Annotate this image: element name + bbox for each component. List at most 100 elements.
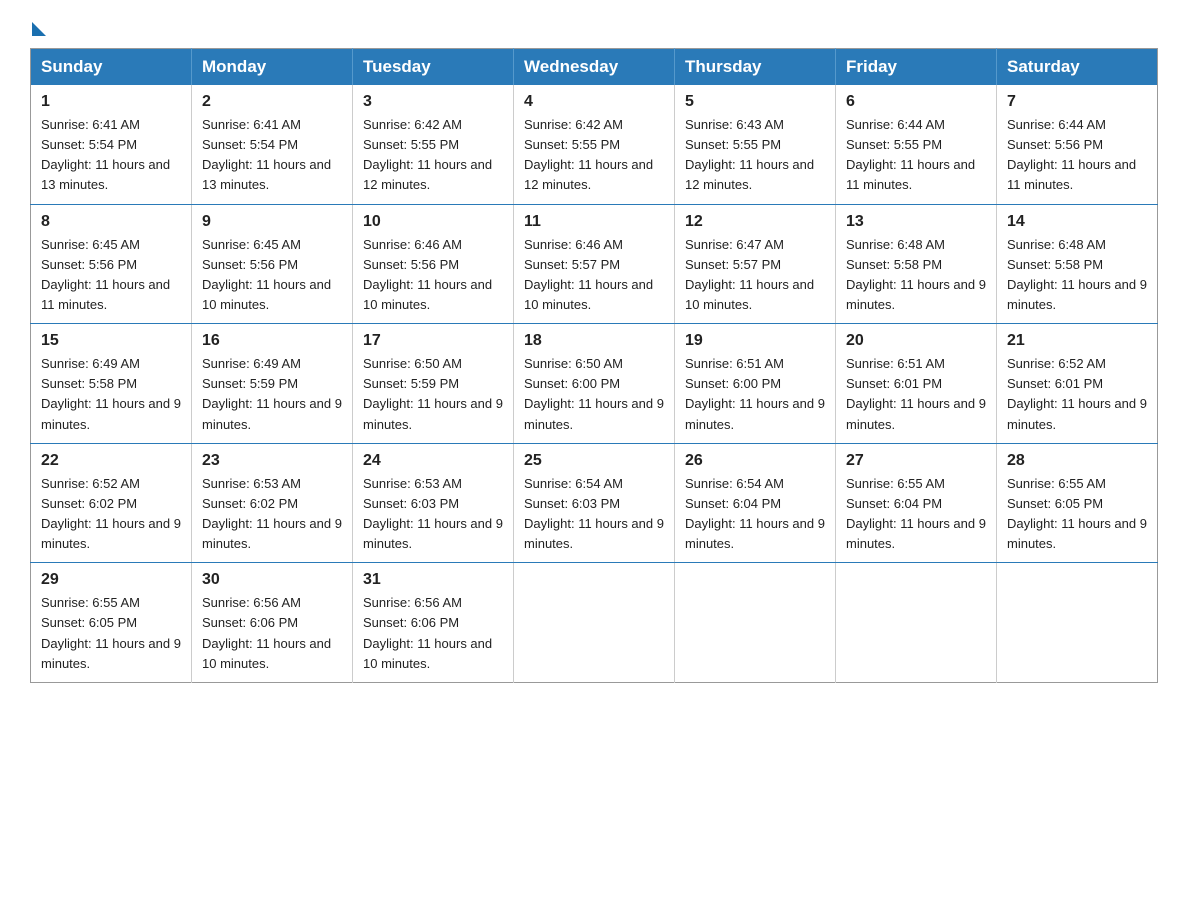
calendar-cell: 18 Sunrise: 6:50 AM Sunset: 6:00 PM Dayl… bbox=[514, 324, 675, 444]
day-info: Sunrise: 6:52 AM Sunset: 6:01 PM Dayligh… bbox=[1007, 354, 1147, 435]
day-info: Sunrise: 6:48 AM Sunset: 5:58 PM Dayligh… bbox=[846, 235, 986, 316]
weekday-header-thursday: Thursday bbox=[675, 49, 836, 86]
calendar-cell: 14 Sunrise: 6:48 AM Sunset: 5:58 PM Dayl… bbox=[997, 204, 1158, 324]
weekday-header-tuesday: Tuesday bbox=[353, 49, 514, 86]
calendar-cell bbox=[836, 563, 997, 683]
day-info: Sunrise: 6:53 AM Sunset: 6:03 PM Dayligh… bbox=[363, 474, 503, 555]
calendar-cell: 17 Sunrise: 6:50 AM Sunset: 5:59 PM Dayl… bbox=[353, 324, 514, 444]
day-info: Sunrise: 6:41 AM Sunset: 5:54 PM Dayligh… bbox=[202, 115, 342, 196]
day-info: Sunrise: 6:49 AM Sunset: 5:58 PM Dayligh… bbox=[41, 354, 181, 435]
day-number: 13 bbox=[846, 213, 986, 231]
calendar-cell: 8 Sunrise: 6:45 AM Sunset: 5:56 PM Dayli… bbox=[31, 204, 192, 324]
calendar-cell: 19 Sunrise: 6:51 AM Sunset: 6:00 PM Dayl… bbox=[675, 324, 836, 444]
day-number: 22 bbox=[41, 452, 181, 470]
day-info: Sunrise: 6:45 AM Sunset: 5:56 PM Dayligh… bbox=[202, 235, 342, 316]
calendar-cell: 4 Sunrise: 6:42 AM Sunset: 5:55 PM Dayli… bbox=[514, 85, 675, 204]
day-info: Sunrise: 6:56 AM Sunset: 6:06 PM Dayligh… bbox=[363, 593, 503, 674]
day-info: Sunrise: 6:56 AM Sunset: 6:06 PM Dayligh… bbox=[202, 593, 342, 674]
calendar-cell: 1 Sunrise: 6:41 AM Sunset: 5:54 PM Dayli… bbox=[31, 85, 192, 204]
day-info: Sunrise: 6:54 AM Sunset: 6:04 PM Dayligh… bbox=[685, 474, 825, 555]
day-number: 8 bbox=[41, 213, 181, 231]
day-number: 31 bbox=[363, 571, 503, 589]
day-number: 23 bbox=[202, 452, 342, 470]
calendar-cell: 26 Sunrise: 6:54 AM Sunset: 6:04 PM Dayl… bbox=[675, 443, 836, 563]
day-info: Sunrise: 6:52 AM Sunset: 6:02 PM Dayligh… bbox=[41, 474, 181, 555]
logo bbox=[30, 20, 48, 30]
calendar-week-2: 8 Sunrise: 6:45 AM Sunset: 5:56 PM Dayli… bbox=[31, 204, 1158, 324]
calendar-cell: 9 Sunrise: 6:45 AM Sunset: 5:56 PM Dayli… bbox=[192, 204, 353, 324]
day-number: 30 bbox=[202, 571, 342, 589]
day-number: 12 bbox=[685, 213, 825, 231]
calendar-week-5: 29 Sunrise: 6:55 AM Sunset: 6:05 PM Dayl… bbox=[31, 563, 1158, 683]
day-number: 1 bbox=[41, 93, 181, 111]
day-number: 28 bbox=[1007, 452, 1147, 470]
calendar-cell: 24 Sunrise: 6:53 AM Sunset: 6:03 PM Dayl… bbox=[353, 443, 514, 563]
day-number: 26 bbox=[685, 452, 825, 470]
day-info: Sunrise: 6:44 AM Sunset: 5:56 PM Dayligh… bbox=[1007, 115, 1147, 196]
day-number: 5 bbox=[685, 93, 825, 111]
day-info: Sunrise: 6:46 AM Sunset: 5:57 PM Dayligh… bbox=[524, 235, 664, 316]
calendar-cell: 25 Sunrise: 6:54 AM Sunset: 6:03 PM Dayl… bbox=[514, 443, 675, 563]
day-number: 7 bbox=[1007, 93, 1147, 111]
day-info: Sunrise: 6:41 AM Sunset: 5:54 PM Dayligh… bbox=[41, 115, 181, 196]
calendar-week-1: 1 Sunrise: 6:41 AM Sunset: 5:54 PM Dayli… bbox=[31, 85, 1158, 204]
weekday-header-wednesday: Wednesday bbox=[514, 49, 675, 86]
day-info: Sunrise: 6:53 AM Sunset: 6:02 PM Dayligh… bbox=[202, 474, 342, 555]
calendar-cell: 7 Sunrise: 6:44 AM Sunset: 5:56 PM Dayli… bbox=[997, 85, 1158, 204]
weekday-header-saturday: Saturday bbox=[997, 49, 1158, 86]
calendar-cell: 11 Sunrise: 6:46 AM Sunset: 5:57 PM Dayl… bbox=[514, 204, 675, 324]
day-info: Sunrise: 6:42 AM Sunset: 5:55 PM Dayligh… bbox=[524, 115, 664, 196]
day-info: Sunrise: 6:51 AM Sunset: 6:00 PM Dayligh… bbox=[685, 354, 825, 435]
calendar-cell: 3 Sunrise: 6:42 AM Sunset: 5:55 PM Dayli… bbox=[353, 85, 514, 204]
calendar-cell: 21 Sunrise: 6:52 AM Sunset: 6:01 PM Dayl… bbox=[997, 324, 1158, 444]
calendar-cell: 28 Sunrise: 6:55 AM Sunset: 6:05 PM Dayl… bbox=[997, 443, 1158, 563]
calendar-week-3: 15 Sunrise: 6:49 AM Sunset: 5:58 PM Dayl… bbox=[31, 324, 1158, 444]
weekday-header-sunday: Sunday bbox=[31, 49, 192, 86]
day-number: 15 bbox=[41, 332, 181, 350]
day-info: Sunrise: 6:55 AM Sunset: 6:05 PM Dayligh… bbox=[41, 593, 181, 674]
day-info: Sunrise: 6:44 AM Sunset: 5:55 PM Dayligh… bbox=[846, 115, 986, 196]
day-number: 18 bbox=[524, 332, 664, 350]
calendar-cell: 23 Sunrise: 6:53 AM Sunset: 6:02 PM Dayl… bbox=[192, 443, 353, 563]
day-number: 29 bbox=[41, 571, 181, 589]
calendar-cell: 22 Sunrise: 6:52 AM Sunset: 6:02 PM Dayl… bbox=[31, 443, 192, 563]
day-info: Sunrise: 6:43 AM Sunset: 5:55 PM Dayligh… bbox=[685, 115, 825, 196]
calendar-cell: 5 Sunrise: 6:43 AM Sunset: 5:55 PM Dayli… bbox=[675, 85, 836, 204]
day-number: 6 bbox=[846, 93, 986, 111]
day-number: 10 bbox=[363, 213, 503, 231]
day-info: Sunrise: 6:51 AM Sunset: 6:01 PM Dayligh… bbox=[846, 354, 986, 435]
day-number: 4 bbox=[524, 93, 664, 111]
weekday-header-monday: Monday bbox=[192, 49, 353, 86]
calendar-cell: 13 Sunrise: 6:48 AM Sunset: 5:58 PM Dayl… bbox=[836, 204, 997, 324]
logo-arrow-icon bbox=[32, 22, 46, 36]
day-number: 2 bbox=[202, 93, 342, 111]
calendar-table: SundayMondayTuesdayWednesdayThursdayFrid… bbox=[30, 48, 1158, 683]
day-info: Sunrise: 6:46 AM Sunset: 5:56 PM Dayligh… bbox=[363, 235, 503, 316]
calendar-cell bbox=[675, 563, 836, 683]
weekday-header-friday: Friday bbox=[836, 49, 997, 86]
day-number: 3 bbox=[363, 93, 503, 111]
calendar-cell bbox=[514, 563, 675, 683]
day-info: Sunrise: 6:48 AM Sunset: 5:58 PM Dayligh… bbox=[1007, 235, 1147, 316]
day-info: Sunrise: 6:54 AM Sunset: 6:03 PM Dayligh… bbox=[524, 474, 664, 555]
calendar-cell: 16 Sunrise: 6:49 AM Sunset: 5:59 PM Dayl… bbox=[192, 324, 353, 444]
page-header bbox=[30, 20, 1158, 30]
calendar-cell: 15 Sunrise: 6:49 AM Sunset: 5:58 PM Dayl… bbox=[31, 324, 192, 444]
day-number: 20 bbox=[846, 332, 986, 350]
calendar-cell: 12 Sunrise: 6:47 AM Sunset: 5:57 PM Dayl… bbox=[675, 204, 836, 324]
calendar-cell: 6 Sunrise: 6:44 AM Sunset: 5:55 PM Dayli… bbox=[836, 85, 997, 204]
day-info: Sunrise: 6:50 AM Sunset: 6:00 PM Dayligh… bbox=[524, 354, 664, 435]
day-number: 14 bbox=[1007, 213, 1147, 231]
day-number: 27 bbox=[846, 452, 986, 470]
calendar-cell: 2 Sunrise: 6:41 AM Sunset: 5:54 PM Dayli… bbox=[192, 85, 353, 204]
day-info: Sunrise: 6:50 AM Sunset: 5:59 PM Dayligh… bbox=[363, 354, 503, 435]
calendar-cell bbox=[997, 563, 1158, 683]
calendar-cell: 30 Sunrise: 6:56 AM Sunset: 6:06 PM Dayl… bbox=[192, 563, 353, 683]
day-info: Sunrise: 6:55 AM Sunset: 6:04 PM Dayligh… bbox=[846, 474, 986, 555]
day-number: 19 bbox=[685, 332, 825, 350]
day-number: 16 bbox=[202, 332, 342, 350]
day-info: Sunrise: 6:42 AM Sunset: 5:55 PM Dayligh… bbox=[363, 115, 503, 196]
day-number: 9 bbox=[202, 213, 342, 231]
calendar-cell: 20 Sunrise: 6:51 AM Sunset: 6:01 PM Dayl… bbox=[836, 324, 997, 444]
calendar-cell: 29 Sunrise: 6:55 AM Sunset: 6:05 PM Dayl… bbox=[31, 563, 192, 683]
